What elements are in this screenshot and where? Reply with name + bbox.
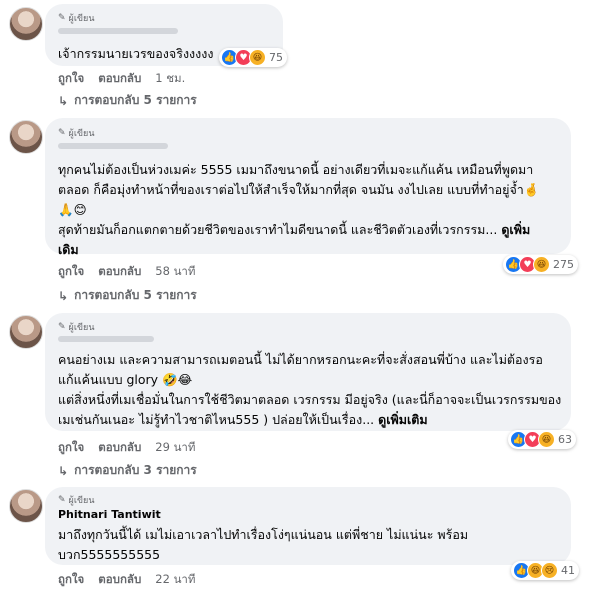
see-more-link[interactable]: เดิม (58, 240, 570, 260)
reply-button[interactable]: ตอบกลับ (98, 439, 141, 457)
commenter-name[interactable] (58, 143, 168, 149)
commenter-name[interactable] (58, 28, 178, 34)
reaction-summary[interactable]: 👍 😆 😢 41 (511, 561, 579, 580)
reply-button[interactable]: ตอบกลับ (98, 70, 141, 88)
comment-text: ทุกคนไม่ต้องเป็นห่วงเมค่ะ 5555 เมมาถึงขน… (58, 160, 570, 260)
timestamp[interactable]: 58 นาที (155, 263, 195, 281)
timestamp[interactable]: 29 นาที (155, 439, 195, 457)
comment-actions: ถูกใจ ตอบกลับ 29 นาที (58, 439, 195, 457)
author-badge: ✎ ผู้เขียน (58, 493, 94, 507)
comment-text: คนอย่างเม และความสามารถเมตอนนี้ ไม่ได้ยา… (58, 350, 570, 430)
pen-icon: ✎ (58, 128, 66, 138)
reaction-count: 275 (553, 258, 574, 271)
reply-arrow-icon: ↳ (58, 463, 69, 478)
comment-line: มาถึงทุกวันนี้ได้ เมไม่เอาเวลาไปทำเรื่อง… (58, 527, 469, 542)
view-replies-link[interactable]: ↳ การตอบกลับ 3 รายการ (58, 461, 197, 480)
avatar[interactable] (9, 315, 43, 349)
pen-icon: ✎ (58, 495, 66, 505)
view-replies-link[interactable]: ↳ การตอบกลับ 5 รายการ (58, 286, 197, 305)
reaction-count: 41 (561, 564, 575, 577)
reply-arrow-icon: ↳ (58, 93, 69, 108)
comment-line: คนอย่างเม และความสามารถเมตอนนี้ ไม่ได้ยา… (58, 352, 543, 367)
reaction-summary[interactable]: 👍 ♥ 😆 75 (219, 48, 287, 67)
timestamp[interactable]: 1 ชม. (155, 70, 185, 88)
reaction-summary[interactable]: 👍 ♥ 😆 275 (503, 255, 578, 274)
like-button[interactable]: ถูกใจ (58, 263, 84, 281)
reply-button[interactable]: ตอบกลับ (98, 571, 141, 589)
timestamp[interactable]: 22 นาที (155, 571, 195, 589)
comment-line: ตลอด ก็คือมุ่งทำหน้าที่ของเราต่อไปให้สำเ… (58, 182, 540, 197)
like-button[interactable]: ถูกใจ (58, 571, 84, 589)
comment-line: แต่สิ่งหนึ่งที่เมเชื่อมั่นในการใช้ชีวิตม… (58, 392, 562, 407)
like-button[interactable]: ถูกใจ (58, 439, 84, 457)
comment-line: แก้แค้นแบบ glory 🤣😂 (58, 372, 193, 387)
sad-reaction-icon: 😢 (541, 562, 558, 579)
commenter-name[interactable]: Phitnari Tantiwit (58, 508, 161, 521)
author-badge: ✎ ผู้เขียน (58, 11, 94, 25)
comment-actions: ถูกใจ ตอบกลับ 58 นาที (58, 263, 195, 281)
avatar[interactable] (9, 7, 43, 41)
author-badge: ✎ ผู้เขียน (58, 126, 94, 140)
comment-line: 🙏😊 (58, 202, 87, 217)
reply-button[interactable]: ตอบกลับ (98, 263, 141, 281)
see-more-link[interactable]: ดูเพิ่มเติม (378, 412, 428, 427)
comment-actions: ถูกใจ ตอบกลับ 22 นาที (58, 571, 195, 589)
comment-line: เมเช่นกันเนอะ ไม่รู้ทำไวชาติไหน555 ) ปล่… (58, 410, 570, 430)
see-more-link[interactable]: ดูเพิ่ม (501, 222, 530, 237)
reaction-summary[interactable]: 👍 ♥ 😆 63 (508, 430, 576, 449)
haha-reaction-icon: 😆 (249, 49, 266, 66)
view-replies-label: การตอบกลับ 5 รายการ (74, 93, 197, 107)
haha-reaction-icon: 😆 (538, 431, 555, 448)
pen-icon: ✎ (58, 13, 66, 23)
comment-line: สุดท้ายมันก็อกแตกตายด้วยชีวิตของเราทำไมด… (58, 220, 570, 240)
author-badge-label: ผู้เขียน (68, 129, 95, 139)
author-badge-label: ผู้เขียน (68, 14, 95, 24)
author-badge-label: ผู้เขียน (68, 496, 95, 506)
haha-reaction-icon: 😆 (533, 256, 550, 273)
comment-line: บวก5555555555 (58, 547, 161, 562)
comment-line-text: สุดท้ายมันก็อกแตกตายด้วยชีวิตของเราทำไมด… (58, 222, 498, 237)
avatar[interactable] (9, 489, 43, 523)
comment-text: เจ้ากรรมนายเวรของจริงงงงง (58, 46, 214, 61)
view-replies-label: การตอบกลับ 3 รายการ (74, 463, 197, 477)
comment-actions: ถูกใจ ตอบกลับ 1 ชม. (58, 70, 185, 88)
view-replies-link[interactable]: ↳ การตอบกลับ 5 รายการ (58, 91, 197, 110)
reaction-count: 75 (269, 51, 283, 64)
avatar[interactable] (9, 120, 43, 154)
comment-line-text: เมเช่นกันเนอะ ไม่รู้ทำไวชาติไหน555 ) ปล่… (58, 412, 375, 427)
author-badge: ✎ ผู้เขียน (58, 320, 94, 334)
pen-icon: ✎ (58, 322, 66, 332)
comment-line: ทุกคนไม่ต้องเป็นห่วงเมค่ะ 5555 เมมาถึงขน… (58, 162, 534, 177)
reaction-count: 63 (558, 433, 572, 446)
commenter-name[interactable] (58, 336, 154, 342)
reply-arrow-icon: ↳ (58, 288, 69, 303)
comment-text: มาถึงทุกวันนี้ได้ เมไม่เอาเวลาไปทำเรื่อง… (58, 525, 570, 565)
author-badge-label: ผู้เขียน (68, 323, 95, 333)
like-button[interactable]: ถูกใจ (58, 70, 84, 88)
view-replies-label: การตอบกลับ 5 รายการ (74, 288, 197, 302)
